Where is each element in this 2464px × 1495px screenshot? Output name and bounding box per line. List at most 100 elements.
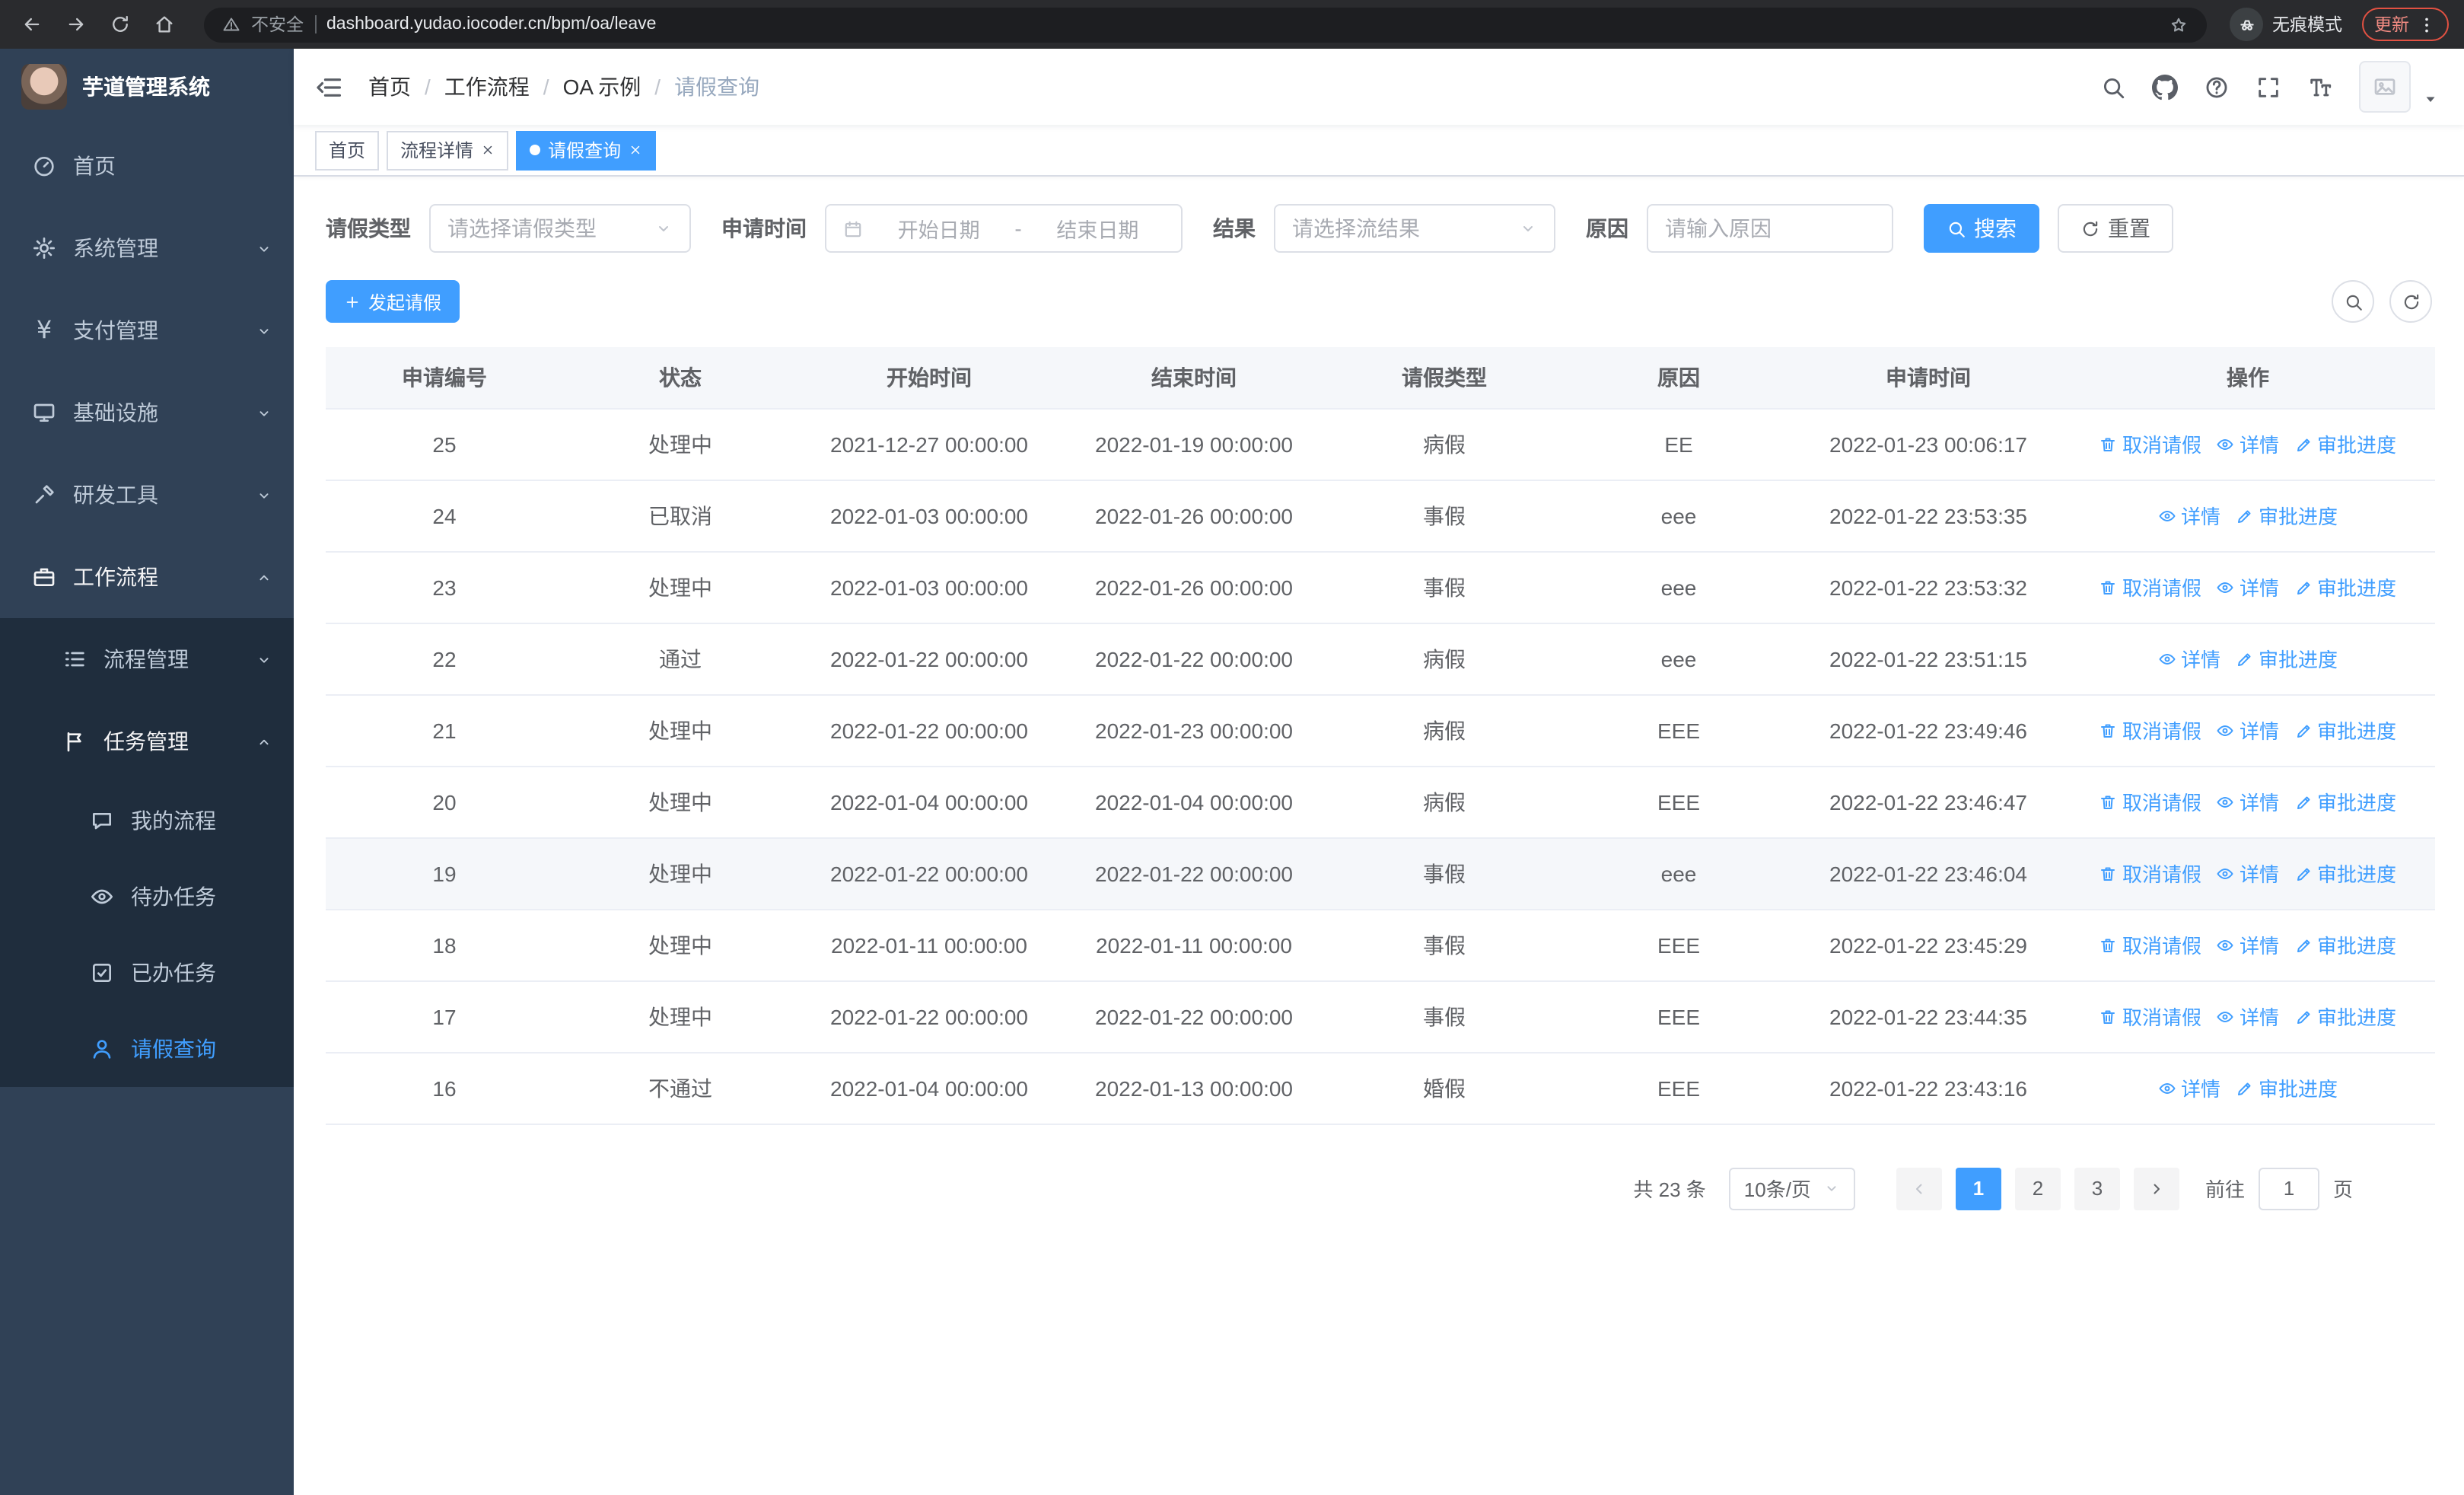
sidebar-item-9[interactable]: 待办任务 [0, 859, 294, 935]
page-size-select[interactable]: 10条/页 [1728, 1167, 1855, 1210]
prev-page-button[interactable] [1896, 1167, 1942, 1210]
next-page-button[interactable] [2133, 1167, 2179, 1210]
detail-link[interactable]: 详情 [2217, 859, 2279, 888]
github-icon[interactable] [2152, 74, 2178, 100]
reload-icon[interactable] [103, 8, 137, 41]
progress-link[interactable]: 审批进度 [2294, 930, 2396, 959]
close-icon[interactable] [481, 143, 495, 157]
col-reason: 原因 [1561, 347, 1796, 409]
col-id: 申请编号 [326, 347, 563, 409]
eye-icon [2217, 1007, 2235, 1025]
sidebar-item-3[interactable]: 基础设施 [0, 371, 294, 454]
tab-leave-query[interactable]: 请假查询 [516, 130, 657, 170]
tab-process-detail[interactable]: 流程详情 [387, 130, 509, 170]
detail-link[interactable]: 详情 [2217, 572, 2279, 601]
chat-icon [88, 808, 116, 833]
progress-link[interactable]: 审批进度 [2236, 644, 2338, 673]
leave-type-select[interactable]: 请选择请假类型 [429, 204, 691, 253]
progress-link[interactable]: 审批进度 [2294, 787, 2396, 816]
cell-ops: 取消请假 详情 审批进度 [2061, 408, 2435, 480]
refresh-table-button[interactable] [2389, 280, 2432, 323]
sidebar-item-label: 支付管理 [73, 318, 158, 343]
active-tab-dot [530, 145, 541, 155]
progress-link-label: 审批进度 [2259, 505, 2338, 528]
cancel-link[interactable]: 取消请假 [2099, 859, 2201, 888]
detail-link[interactable]: 详情 [2217, 930, 2279, 959]
table-row: 24 已取消 2022-01-03 00:00:00 2022-01-26 00:00… [326, 480, 2435, 552]
progress-link[interactable]: 审批进度 [2294, 429, 2396, 458]
fullscreen-icon[interactable] [2255, 74, 2281, 100]
toggle-search-button[interactable] [2332, 280, 2374, 323]
sidebar-item-7[interactable]: 任务管理 [0, 700, 294, 783]
page-list: 123 [1955, 1167, 2120, 1210]
progress-link[interactable]: 审批进度 [2294, 1002, 2396, 1031]
sidebar-item-8[interactable]: 我的流程 [0, 783, 294, 859]
cancel-link[interactable]: 取消请假 [2099, 1002, 2201, 1031]
detail-link[interactable]: 详情 [2217, 787, 2279, 816]
cell-id: 25 [326, 408, 563, 480]
chevron-down-icon [256, 322, 272, 339]
progress-link[interactable]: 审批进度 [2236, 501, 2338, 530]
cancel-link[interactable]: 取消请假 [2099, 787, 2201, 816]
forward-icon[interactable] [59, 8, 93, 41]
progress-link[interactable]: 审批进度 [2236, 1073, 2338, 1102]
page-button-3[interactable]: 3 [2074, 1167, 2120, 1210]
browser-menu-icon[interactable] [2417, 14, 2437, 34]
caret-down-icon[interactable] [2421, 90, 2440, 108]
cancel-link[interactable]: 取消请假 [2099, 429, 2201, 458]
sidebar-item-4[interactable]: 研发工具 [0, 454, 294, 536]
progress-link[interactable]: 审批进度 [2294, 859, 2396, 888]
create-leave-button[interactable]: 发起请假 [326, 280, 460, 323]
plus-icon [344, 293, 361, 310]
detail-link[interactable]: 详情 [2217, 429, 2279, 458]
address-bar[interactable]: 不安全 dashboard.yudao.iocoder.cn/bpm/oa/le… [204, 7, 2207, 42]
cancel-link[interactable]: 取消请假 [2099, 572, 2201, 601]
bookmark-star-icon[interactable] [2169, 14, 2189, 34]
progress-link[interactable]: 审批进度 [2294, 572, 2396, 601]
app-logo[interactable]: 芋道管理系统 [0, 49, 294, 125]
detail-link[interactable]: 详情 [2158, 644, 2220, 673]
sidebar-item-2[interactable]: ¥ 支付管理 [0, 289, 294, 371]
cancel-link[interactable]: 取消请假 [2099, 930, 2201, 959]
progress-link[interactable]: 审批进度 [2294, 716, 2396, 744]
page-button-2[interactable]: 2 [2014, 1167, 2061, 1210]
search-icon[interactable] [2100, 74, 2126, 100]
result-select[interactable]: 请选择流结果 [1274, 204, 1555, 253]
close-icon[interactable] [629, 143, 642, 157]
tab-home[interactable]: 首页 [315, 130, 380, 170]
search-button[interactable]: 搜索 [1924, 204, 2039, 253]
page-button-1[interactable]: 1 [1955, 1167, 2001, 1210]
eye-icon [2158, 1079, 2176, 1097]
date-range-picker[interactable]: 开始日期 - 结束日期 [825, 204, 1183, 253]
cancel-link[interactable]: 取消请假 [2099, 716, 2201, 744]
help-icon[interactable] [2204, 74, 2230, 100]
update-button[interactable]: 更新 [2362, 8, 2449, 41]
back-icon[interactable] [15, 8, 49, 41]
col-applied: 申请时间 [1796, 347, 2061, 409]
detail-link-label: 详情 [2239, 720, 2279, 743]
sidebar-item-0[interactable]: 首页 [0, 125, 294, 207]
goto-page-input[interactable] [2258, 1167, 2319, 1210]
breadcrumb-item[interactable]: OA 示例 [563, 72, 641, 102]
hamburger-icon[interactable] [315, 72, 344, 101]
detail-link[interactable]: 详情 [2158, 1073, 2220, 1102]
sidebar-item-10[interactable]: 已办任务 [0, 935, 294, 1011]
detail-link[interactable]: 详情 [2158, 501, 2220, 530]
eye-icon [2217, 721, 2235, 739]
reset-button[interactable]: 重置 [2058, 204, 2173, 253]
trash-icon [2099, 578, 2118, 596]
sidebar-item-5[interactable]: 工作流程 [0, 536, 294, 618]
cell-type: 病假 [1327, 694, 1561, 767]
breadcrumb-item[interactable]: 首页 [368, 72, 411, 102]
reason-input[interactable]: 请输入原因 [1647, 204, 1893, 253]
detail-link-label: 详情 [2239, 434, 2279, 457]
avatar[interactable] [2359, 61, 2411, 113]
detail-link[interactable]: 详情 [2217, 1002, 2279, 1031]
sidebar-item-6[interactable]: 流程管理 [0, 618, 294, 700]
breadcrumb-item[interactable]: 工作流程 [444, 72, 530, 102]
home-icon[interactable] [148, 8, 181, 41]
font-size-icon[interactable] [2307, 74, 2333, 100]
sidebar-item-11[interactable]: 请假查询 [0, 1011, 294, 1087]
detail-link[interactable]: 详情 [2217, 716, 2279, 744]
sidebar-item-1[interactable]: 系统管理 [0, 207, 294, 289]
